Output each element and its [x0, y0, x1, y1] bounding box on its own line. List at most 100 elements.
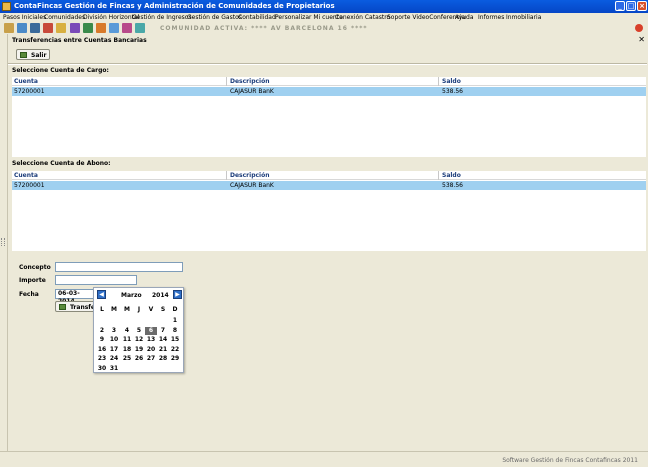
- calendar-day[interactable]: 13: [145, 336, 157, 344]
- calendar-day[interactable]: 7: [157, 327, 169, 335]
- menu-bar: Pasos Iniciales Comunidades División Hor…: [0, 13, 648, 22]
- minimize-button[interactable]: _: [615, 1, 625, 11]
- calendar-day[interactable]: 23: [96, 355, 108, 363]
- table-row[interactable]: 57200001 CAJASUR BanK 538.56: [12, 87, 646, 96]
- maximize-button[interactable]: □: [626, 1, 636, 11]
- importe-label: Importe: [19, 277, 46, 284]
- prev-month-button[interactable]: ◀: [97, 290, 106, 299]
- expense-icon[interactable]: [56, 23, 66, 33]
- menu-soporte-videoconferencia[interactable]: Soporte VideoConferencia: [387, 14, 465, 21]
- calendar-day[interactable]: 22: [169, 346, 181, 354]
- transfer-panel: Transferencias entre Cuentas Bancarias ✕…: [7, 34, 648, 451]
- concepto-field[interactable]: [55, 262, 183, 272]
- building-icon[interactable]: [4, 23, 14, 33]
- calendar-day[interactable]: 5: [133, 327, 145, 335]
- calendar-day[interactable]: 15: [169, 336, 181, 344]
- wand-icon[interactable]: [70, 23, 80, 33]
- title-bar: ContaFincas Gestión de Fincas y Administ…: [0, 0, 648, 13]
- book-icon[interactable]: [83, 23, 93, 33]
- exit-button[interactable]: Salir: [16, 49, 50, 60]
- calendar-day[interactable]: 9: [96, 336, 108, 344]
- menu-division-horizontal[interactable]: División Horizontal: [83, 14, 139, 21]
- calendar-day[interactable]: 31: [108, 365, 120, 373]
- column-descripcion[interactable]: Descripción: [230, 172, 270, 179]
- calendar-day[interactable]: 29: [169, 355, 181, 363]
- car-icon[interactable]: [30, 23, 40, 33]
- calendar-day[interactable]: 30: [96, 365, 108, 373]
- menu-pasos-iniciales[interactable]: Pasos Iniciales: [3, 14, 46, 21]
- income-icon[interactable]: [43, 23, 53, 33]
- calendar-day[interactable]: 28: [157, 355, 169, 363]
- cell-cuenta: 57200001: [14, 88, 45, 95]
- menu-contabilidad[interactable]: Contabilidad: [238, 14, 276, 21]
- calendar-day[interactable]: 6: [145, 326, 157, 335]
- exit-icon: [20, 52, 27, 58]
- calendar-day[interactable]: 18: [121, 346, 133, 354]
- calendar-day[interactable]: 25: [121, 355, 133, 363]
- weekday-header: S: [160, 306, 166, 313]
- column-cuenta[interactable]: Cuenta: [14, 78, 38, 85]
- menu-inmobiliaria[interactable]: Inmobiliaria: [506, 14, 541, 21]
- transfer-button[interactable]: Transfer: [55, 301, 98, 312]
- calendar-day[interactable]: 2: [96, 327, 108, 335]
- calendar-day[interactable]: 24: [108, 355, 120, 363]
- column-saldo[interactable]: Saldo: [442, 78, 461, 85]
- report-icon[interactable]: [122, 23, 132, 33]
- weekday-header: D: [172, 306, 178, 313]
- menu-conexion-catastro[interactable]: Conexión Catastro: [335, 14, 390, 21]
- calendar-day[interactable]: 19: [133, 346, 145, 354]
- column-descripcion[interactable]: Descripción: [230, 78, 270, 85]
- calendar-day[interactable]: 16: [96, 346, 108, 354]
- next-month-button[interactable]: ▶: [173, 290, 182, 299]
- column-cuenta[interactable]: Cuenta: [14, 172, 38, 179]
- calendar-day[interactable]: 12: [133, 336, 145, 344]
- splitter-handle[interactable]: [1, 238, 5, 246]
- calendar-day[interactable]: 3: [108, 327, 120, 335]
- search-icon[interactable]: [135, 23, 145, 33]
- calendar-day[interactable]: 17: [108, 346, 120, 354]
- panel-title: Transferencias entre Cuentas Bancarias: [12, 37, 147, 44]
- calendar-day[interactable]: 8: [169, 327, 181, 335]
- menu-gestion-ingresos[interactable]: Gestión de Ingresos: [132, 14, 192, 21]
- cell-cuenta: 57200001: [14, 182, 45, 189]
- panel-close-icon[interactable]: ✕: [638, 35, 645, 44]
- importe-field[interactable]: [55, 275, 137, 285]
- abono-grid-header: Cuenta Descripción Saldo: [12, 171, 646, 180]
- cargo-accounts-grid: Cuenta Descripción Saldo 57200001 CAJASU…: [12, 77, 646, 157]
- close-window-button[interactable]: ×: [637, 1, 647, 11]
- calendar-day[interactable]: 26: [133, 355, 145, 363]
- transfer-icon: [59, 304, 66, 310]
- menu-gestion-gastos[interactable]: Gestión de Gastos: [187, 14, 242, 21]
- calendar-day[interactable]: 21: [157, 346, 169, 354]
- people-icon[interactable]: [17, 23, 27, 33]
- cargo-section-label: Seleccione Cuenta de Cargo:: [12, 67, 109, 74]
- document-icon[interactable]: [109, 23, 119, 33]
- cell-saldo: 538.56: [442, 88, 463, 95]
- cargo-grid-header: Cuenta Descripción Saldo: [12, 77, 646, 86]
- calendar-day[interactable]: 4: [121, 327, 133, 335]
- concepto-label: Concepto: [19, 264, 51, 271]
- calendar-day[interactable]: 1: [169, 317, 181, 325]
- calendar-day[interactable]: 20: [145, 346, 157, 354]
- calendar-day[interactable]: 10: [108, 336, 120, 344]
- cell-saldo: 538.56: [442, 182, 463, 189]
- close-form-icon[interactable]: [635, 24, 643, 32]
- abono-accounts-grid: Cuenta Descripción Saldo 57200001 CAJASU…: [12, 171, 646, 251]
- menu-ayuda[interactable]: Ayuda: [455, 14, 474, 21]
- users-icon[interactable]: [96, 23, 106, 33]
- menu-comunidades[interactable]: Comunidades: [44, 14, 85, 21]
- menu-informes[interactable]: Informes: [478, 14, 504, 21]
- calendar-day[interactable]: 14: [157, 336, 169, 344]
- calendar-day[interactable]: 11: [121, 336, 133, 344]
- active-community-label: COMUNIDAD ACTIVA: **** AV BARCELONA 16 *…: [160, 25, 368, 32]
- calendar-month: Marzo: [121, 292, 142, 299]
- status-text: Software Gestión de Fincas Contafincas 2…: [502, 457, 638, 464]
- table-row[interactable]: 57200001 CAJASUR BanK 538.56: [12, 181, 646, 190]
- fecha-field[interactable]: 06-03-2014: [55, 289, 95, 305]
- app-icon: [2, 2, 11, 11]
- weekday-header: L: [100, 306, 104, 313]
- menu-personalizar-cuenta[interactable]: Personalizar Mi cuenta: [275, 14, 343, 21]
- window-title: ContaFincas Gestión de Fincas y Administ…: [14, 2, 335, 10]
- column-saldo[interactable]: Saldo: [442, 172, 461, 179]
- calendar-day[interactable]: 27: [145, 355, 157, 363]
